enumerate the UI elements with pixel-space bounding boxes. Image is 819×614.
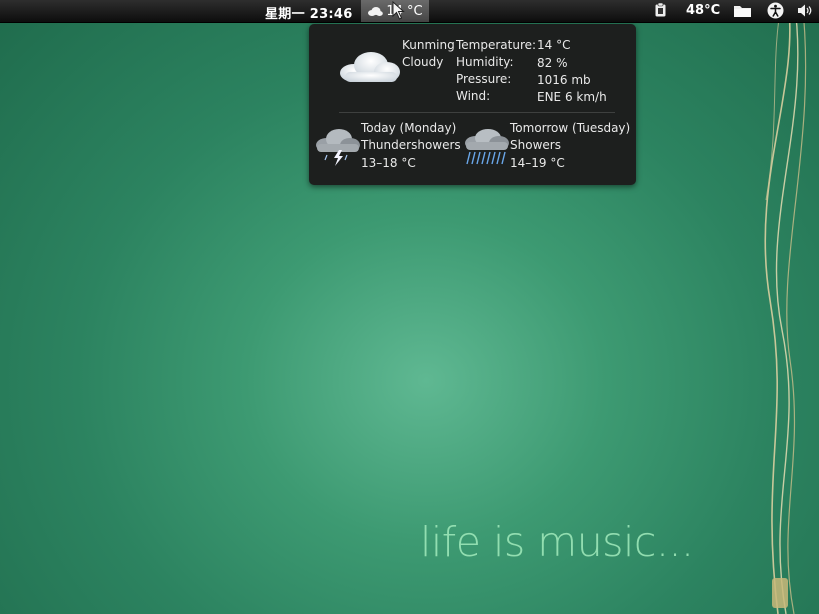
rain-icon	[465, 129, 509, 165]
wind-value: ENE 6 km/h	[537, 90, 607, 104]
wind-label: Wind:	[456, 89, 491, 103]
humidity-value: 82 %	[537, 56, 568, 70]
cpu-temperature[interactable]: 48°C	[686, 3, 720, 18]
panel-clock[interactable]: 星期一 23:46	[265, 3, 353, 22]
top-panel: 星期一 23:46 14 °C 48°C	[0, 0, 819, 23]
forecast-tomorrow-range: 14–19 °C	[510, 156, 565, 170]
forecast-today-condition: Thundershowers	[361, 138, 461, 152]
cloudy-icon	[340, 52, 400, 82]
volume-icon[interactable]	[798, 4, 812, 17]
cloud-icon	[368, 7, 384, 16]
forecast-tomorrow-condition: Showers	[510, 138, 561, 152]
popup-divider	[339, 112, 615, 113]
forecast-today-range: 13–18 °C	[361, 156, 416, 170]
weather-popup: Kunming Cloudy Temperature: Humidity: Pr…	[309, 24, 636, 185]
wallpaper-vines	[764, 0, 807, 614]
temperature-label: Temperature:	[456, 38, 537, 52]
forecast-today-day: Today (Monday)	[361, 121, 457, 135]
clipboard-icon[interactable]	[655, 3, 666, 17]
current-condition: Cloudy	[402, 55, 444, 69]
pressure-value: 1016 mb	[537, 73, 591, 87]
mouse-pointer-icon	[392, 1, 405, 20]
forecast-tomorrow-day: Tomorrow (Tuesday)	[510, 121, 631, 135]
humidity-label: Humidity:	[456, 55, 514, 69]
location-name: Kunming	[402, 38, 455, 52]
folder-icon[interactable]	[734, 4, 751, 17]
temperature-value: 14 °C	[537, 38, 571, 52]
thunderstorm-icon	[316, 129, 360, 166]
wallpaper-slogan: life is music...	[420, 518, 694, 566]
accessibility-icon[interactable]	[767, 2, 784, 19]
pressure-label: Pressure:	[456, 72, 512, 86]
